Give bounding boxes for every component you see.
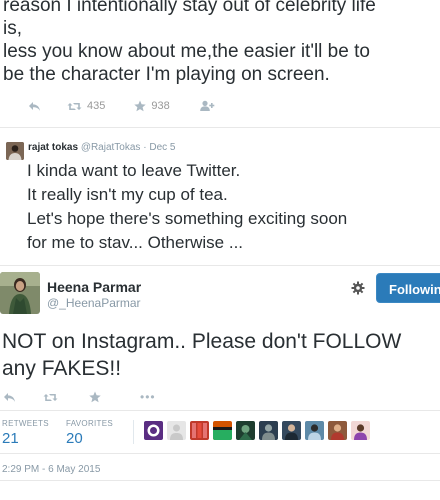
- favoriter-avatar[interactable]: [351, 421, 370, 440]
- favorite-icon: [89, 391, 101, 403]
- favoriter-avatar[interactable]: [305, 421, 324, 440]
- tweet2-text: I kinda want to leave Twitter. It really…: [27, 159, 437, 255]
- favorites-count[interactable]: 20: [66, 430, 83, 447]
- favoriter-avatar[interactable]: [259, 421, 278, 440]
- retweet-button[interactable]: [43, 392, 58, 403]
- favoriter-avatar[interactable]: [144, 421, 163, 440]
- retweet-icon: [43, 393, 58, 401]
- favorite-count: 938: [151, 100, 170, 112]
- favorite-icon: [134, 100, 147, 112]
- tweet2-line: It really isn't my cup of tea.: [27, 185, 228, 204]
- more-button[interactable]: •••: [135, 390, 156, 404]
- divider: [0, 480, 440, 481]
- divider: [0, 410, 440, 411]
- tweet2-screen-name[interactable]: @RajatTokas: [81, 142, 141, 153]
- divider: [133, 420, 134, 444]
- divider: [0, 453, 440, 454]
- reply-button[interactable]: [28, 101, 41, 112]
- tweet2-date[interactable]: Dec 5: [149, 142, 175, 153]
- tweet2-line: I kinda want to leave Twitter.: [27, 161, 241, 180]
- display-name[interactable]: Heena Parmar: [47, 279, 141, 295]
- divider: [0, 265, 440, 266]
- favoriter-avatar[interactable]: [328, 421, 347, 440]
- retweet-button[interactable]: 435: [67, 100, 105, 112]
- tweet2-display-name[interactable]: rajat tokas: [28, 142, 78, 153]
- tweet1-line: be the character I'm playing on screen.: [3, 64, 330, 85]
- tweet1-actions: 435 938: [28, 100, 215, 112]
- retweet-count: 435: [87, 100, 106, 112]
- reply-button[interactable]: [3, 392, 16, 403]
- reply-icon: [4, 392, 15, 402]
- gear-icon[interactable]: [351, 281, 365, 295]
- tweet-actions: •••: [3, 390, 156, 404]
- retweets-count[interactable]: 21: [2, 430, 19, 447]
- tweet1-text: reason I intentionally stay out of celeb…: [3, 0, 440, 86]
- retweet-icon: [67, 102, 82, 110]
- tweet1-line: less you know about me,the easier it'll …: [3, 41, 370, 62]
- tweet2-header: rajat tokas @RajatTokas · Dec 5: [28, 142, 175, 153]
- tweet2-line: Let's hope there's something exciting so…: [27, 209, 348, 228]
- reply-icon: [29, 101, 40, 111]
- tweet2-line: for me to stav... Otherwise ...: [27, 233, 244, 252]
- favorite-button[interactable]: 938: [134, 100, 170, 112]
- tweet2-separator: ·: [143, 142, 147, 153]
- tweet2[interactable]: rajat tokas @RajatTokas · Dec 5 I kinda …: [0, 128, 440, 265]
- favoriter-avatar[interactable]: [167, 421, 186, 440]
- tweet-line: any FAKES!!: [2, 357, 122, 380]
- tweet-line: NOT on Instagram.. Please don't FOLLOW: [2, 330, 402, 353]
- retweets-label: RETWEETS: [2, 419, 49, 428]
- favoriter-avatars: [144, 421, 374, 440]
- timestamp[interactable]: 2:29 PM - 6 May 2015: [2, 464, 100, 475]
- favorite-button[interactable]: [89, 391, 101, 403]
- tweet1-line: reason I intentionally stay out of celeb…: [3, 0, 376, 16]
- following-button[interactable]: Following: [376, 273, 440, 303]
- follow-icon: [199, 100, 215, 111]
- tweet-text: NOT on Instagram.. Please don't FOLLOW a…: [2, 328, 440, 382]
- favoriter-avatar[interactable]: [236, 421, 255, 440]
- follow-button[interactable]: [199, 100, 215, 112]
- favoriter-avatar[interactable]: [190, 421, 209, 440]
- favorites-label: FAVORITES: [66, 419, 114, 428]
- tweet1-line: is,: [3, 18, 22, 39]
- favoriter-avatar[interactable]: [282, 421, 301, 440]
- avatar[interactable]: [6, 142, 24, 160]
- avatar[interactable]: [0, 272, 40, 314]
- favoriter-avatar[interactable]: [213, 421, 232, 440]
- more-icon: •••: [140, 390, 156, 404]
- screen-name[interactable]: @_HeenaParmar: [47, 296, 141, 310]
